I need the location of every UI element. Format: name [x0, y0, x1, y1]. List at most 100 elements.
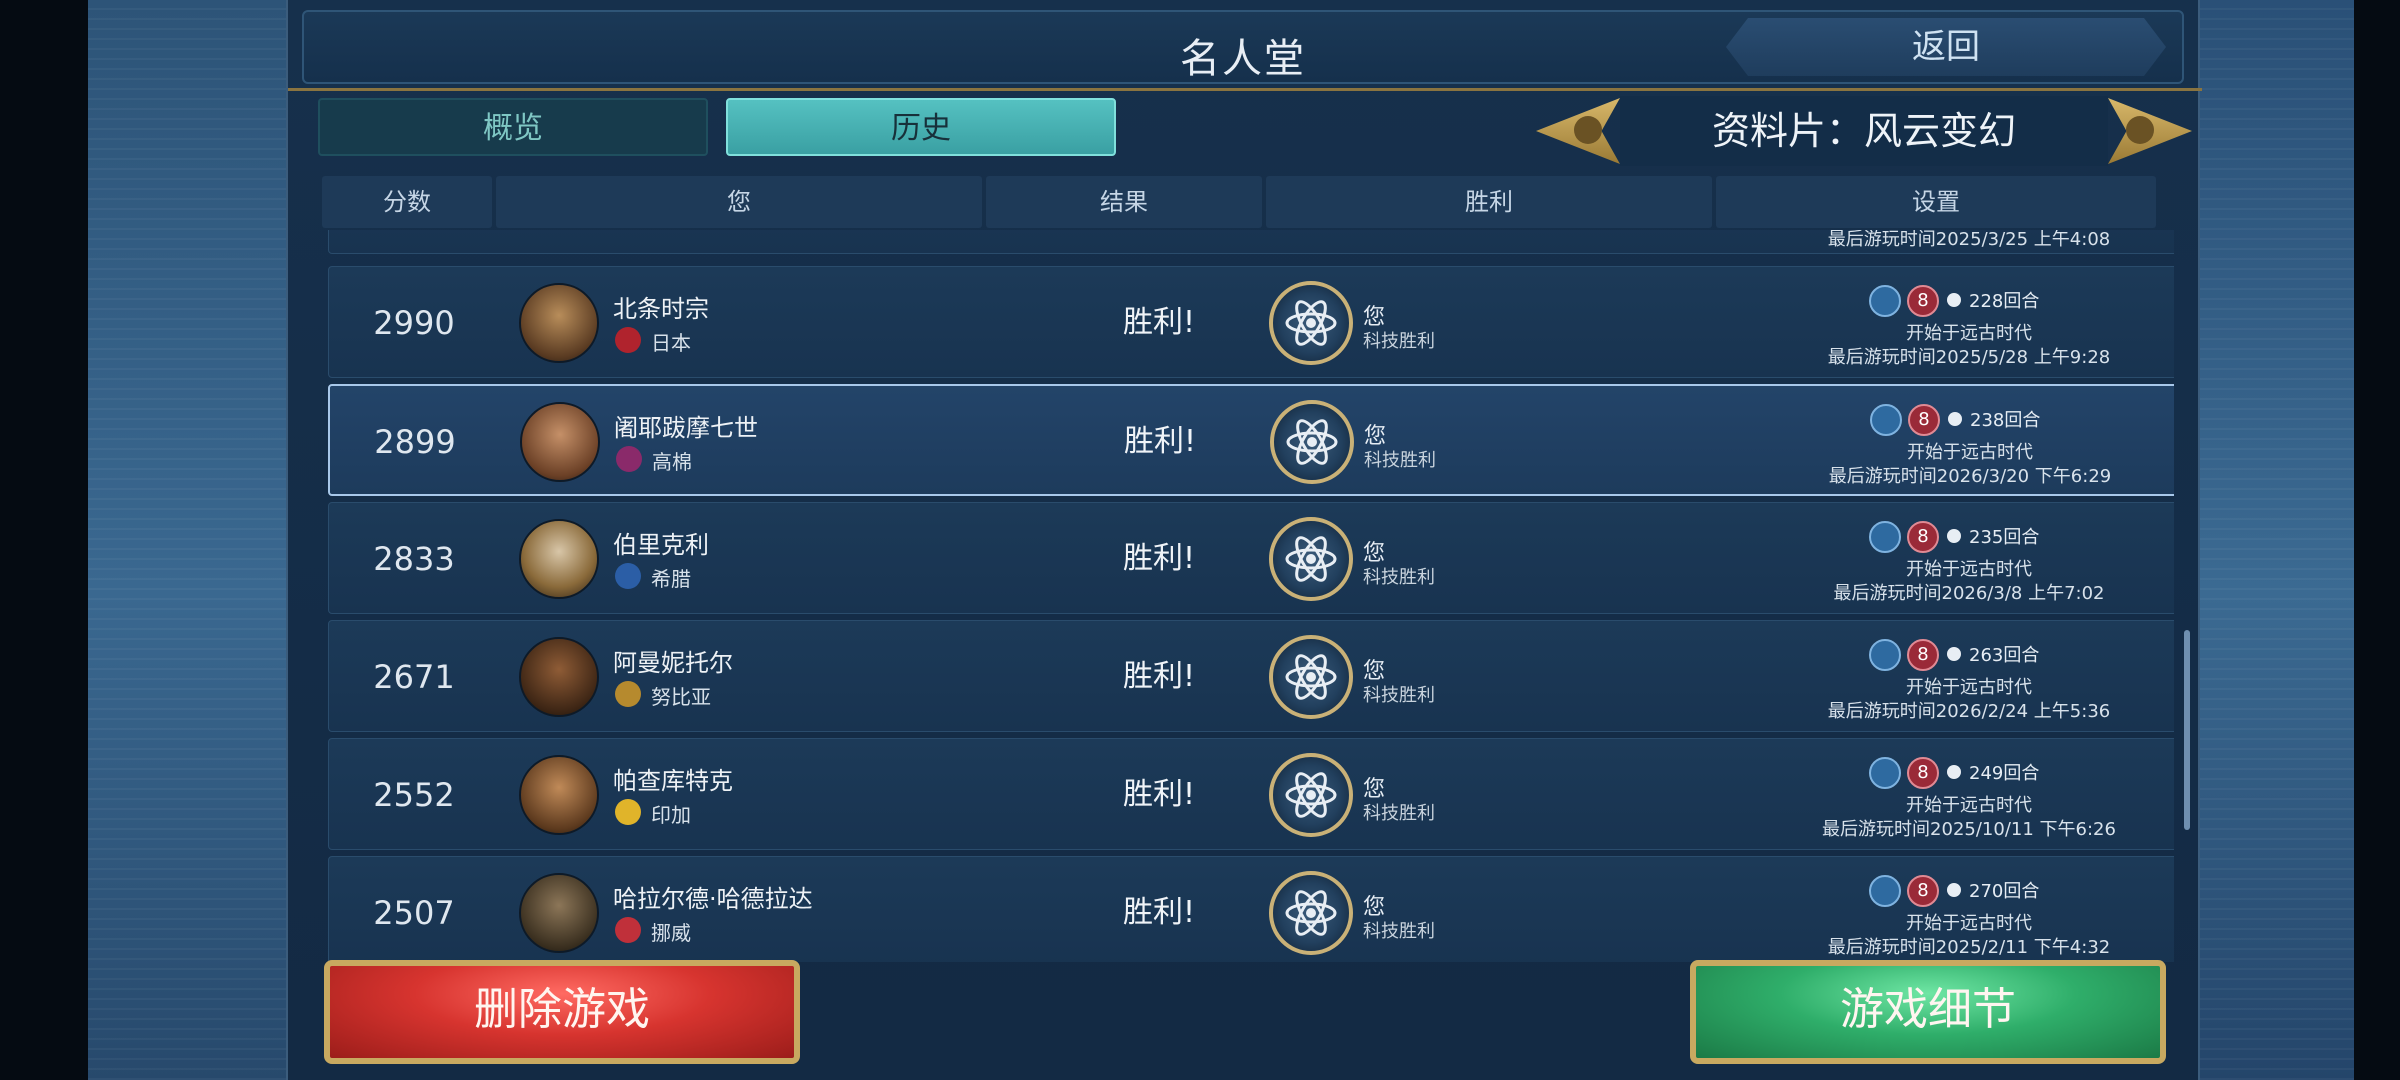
- screen-edge-left: [0, 0, 88, 1080]
- column-score[interactable]: 分数: [322, 176, 492, 228]
- last-played: 最后游玩时间2025/2/11 下午4:32: [1827, 937, 2111, 958]
- back-button[interactable]: 返回: [1726, 18, 2166, 76]
- list-scrollbar[interactable]: [2184, 630, 2190, 830]
- turn-count: 249回合: [1969, 763, 2040, 784]
- tab-overview[interactable]: 概览: [318, 98, 708, 156]
- result-text: 胜利!: [1122, 659, 1196, 694]
- clock-icon: [1947, 293, 1961, 307]
- civ-name: 努比亚: [651, 685, 711, 709]
- screen-edge-right: [2354, 0, 2400, 1080]
- game-speed-icon: [1869, 639, 1901, 671]
- table-row-partial[interactable]: 最后游玩时间2025/3/25 上午4:08: [328, 230, 2174, 254]
- last-played: 最后游玩时间2026/3/8 上午7:02: [1833, 583, 2105, 604]
- leader-name: 阇耶跋摩七世: [614, 414, 758, 442]
- column-result[interactable]: 结果: [986, 176, 1262, 228]
- victory-type: 科技胜利: [1364, 450, 1436, 471]
- victory-type: 科技胜利: [1363, 567, 1435, 588]
- table-row[interactable]: 2833 伯里克利 希腊 胜利! 您 科技胜利 8 235回合 开始于远古时代 …: [328, 502, 2174, 614]
- difficulty-icon: 8: [1907, 757, 1939, 789]
- victory-type: 科技胜利: [1363, 331, 1435, 352]
- science-victory-icon: [1269, 753, 1353, 837]
- victory-type: 科技胜利: [1363, 803, 1435, 824]
- start-era: 开始于远古时代: [1906, 559, 2032, 580]
- difficulty-icon: 8: [1907, 285, 1939, 317]
- table-row[interactable]: 2671 阿曼妮托尔 努比亚 胜利! 您 科技胜利 8 263回合 开始于远古时…: [328, 620, 2174, 732]
- civ-emblem-icon: [615, 327, 641, 353]
- delete-game-button[interactable]: 删除游戏: [324, 960, 800, 1064]
- turn-count: 270回合: [1969, 881, 2040, 902]
- last-played: 最后游玩时间2025/10/11 下午6:26: [1822, 819, 2116, 840]
- leader-name: 阿曼妮托尔: [613, 649, 733, 677]
- background-curtain-right: [2200, 0, 2354, 1080]
- leader-name: 北条时宗: [613, 295, 709, 323]
- game-history-list[interactable]: 最后游玩时间2025/3/25 上午4:08 2990 北条时宗 日本 胜利! …: [322, 230, 2174, 962]
- arrow-gem-icon: [2126, 116, 2154, 144]
- science-victory-icon: [1270, 400, 1354, 484]
- result-text: 胜利!: [1123, 424, 1197, 459]
- leader-name: 伯里克利: [613, 531, 709, 559]
- turn-count: 235回合: [1969, 527, 2040, 548]
- game-speed-icon: [1869, 875, 1901, 907]
- start-era: 开始于远古时代: [1907, 442, 2033, 463]
- column-settings[interactable]: 设置: [1716, 176, 2156, 228]
- start-era: 开始于远古时代: [1906, 677, 2032, 698]
- clock-icon: [1947, 529, 1961, 543]
- result-text: 胜利!: [1122, 541, 1196, 576]
- arrow-gem-icon: [1574, 116, 1602, 144]
- victory-type: 科技胜利: [1363, 921, 1435, 942]
- result-text: 胜利!: [1122, 777, 1196, 812]
- clock-icon: [1947, 765, 1961, 779]
- column-victory[interactable]: 胜利: [1266, 176, 1712, 228]
- civ-name: 希腊: [651, 567, 691, 591]
- game-speed-icon: [1869, 521, 1901, 553]
- turn-count: 238回合: [1970, 410, 2041, 431]
- last-played: 最后游玩时间2026/2/24 上午5:36: [1827, 701, 2111, 722]
- score: 2552: [373, 776, 455, 814]
- victory-type: 科技胜利: [1363, 685, 1435, 706]
- expansion-next-arrow-icon[interactable]: [2108, 98, 2192, 164]
- result-text: 胜利!: [1122, 895, 1196, 930]
- expansion-label: 资料片：风云变幻: [1620, 96, 2108, 166]
- civ-emblem-icon: [615, 799, 641, 825]
- game-speed-icon: [1869, 285, 1901, 317]
- civ-name: 印加: [651, 803, 691, 827]
- tab-history[interactable]: 历史: [726, 98, 1116, 156]
- difficulty-icon: 8: [1907, 875, 1939, 907]
- civ-emblem-icon: [616, 446, 642, 472]
- civ-emblem-icon: [615, 681, 641, 707]
- leader-portrait-avatar: [519, 755, 599, 835]
- leader-portrait-avatar: [519, 283, 599, 363]
- header-bar: 名人堂 返回: [302, 10, 2184, 84]
- science-victory-icon: [1269, 281, 1353, 365]
- score: 2899: [374, 423, 456, 461]
- science-victory-icon: [1269, 517, 1353, 601]
- clock-icon: [1947, 883, 1961, 897]
- table-row[interactable]: 2507 哈拉尔德·哈德拉达 挪威 胜利! 您 科技胜利 8 270回合 开始于…: [328, 856, 2174, 962]
- last-played: 最后游玩时间2025/3/25 上午4:08: [1827, 230, 2111, 250]
- difficulty-icon: 8: [1907, 521, 1939, 553]
- start-era: 开始于远古时代: [1906, 913, 2032, 934]
- turn-count: 228回合: [1969, 291, 2040, 312]
- last-played: 最后游玩时间2026/3/20 下午6:29: [1828, 466, 2112, 487]
- header-divider: [288, 88, 2202, 91]
- expansion-prev-arrow-icon[interactable]: [1536, 98, 1620, 164]
- clock-icon: [1947, 647, 1961, 661]
- score: 2833: [373, 540, 455, 578]
- civ-name: 挪威: [651, 921, 691, 945]
- result-text: 胜利!: [1122, 305, 1196, 340]
- game-details-button[interactable]: 游戏细节: [1690, 960, 2166, 1064]
- last-played: 最后游玩时间2025/5/28 上午9:28: [1827, 347, 2111, 368]
- table-row-selected[interactable]: 2899 阇耶跋摩七世 高棉 胜利! 您 科技胜利 8 238回合 开始于远古时…: [328, 384, 2174, 496]
- leader-portrait-avatar: [519, 637, 599, 717]
- leader-name: 帕查库特克: [613, 767, 733, 795]
- leader-portrait-avatar: [519, 519, 599, 599]
- table-row[interactable]: 2552 帕查库特克 印加 胜利! 您 科技胜利 8 249回合 开始于远古时代…: [328, 738, 2174, 850]
- hall-of-fame-panel: 名人堂 返回 概览 历史 资料片：风云变幻 分数 您 结果 胜利 设置 最后游玩…: [286, 0, 2202, 1080]
- column-you[interactable]: 您: [496, 176, 982, 228]
- score: 2671: [373, 658, 455, 696]
- background-curtain-left: [88, 0, 286, 1080]
- science-victory-icon: [1269, 871, 1353, 955]
- civ-name: 高棉: [652, 450, 692, 474]
- science-victory-icon: [1269, 635, 1353, 719]
- table-row[interactable]: 2990 北条时宗 日本 胜利! 您 科技胜利 8 228回合 开始于远古时代 …: [328, 266, 2174, 378]
